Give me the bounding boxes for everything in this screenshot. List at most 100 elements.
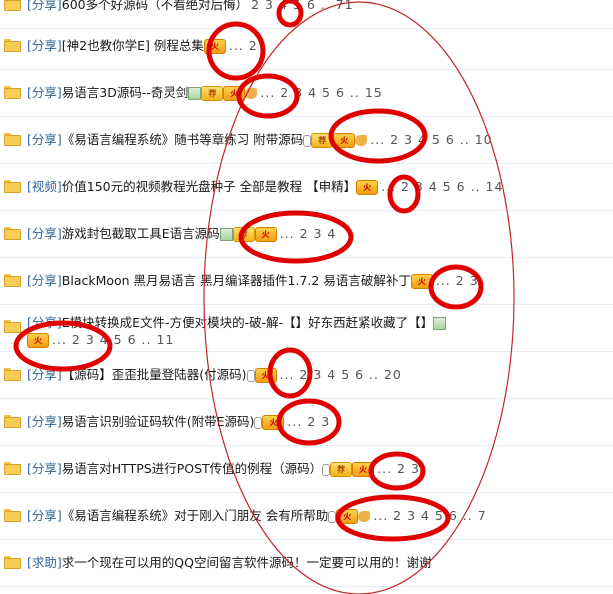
thread-title-link[interactable]: 游戏封包截取工具E语言源码 <box>62 226 220 241</box>
attachment-clip-icon <box>303 134 312 147</box>
thread-line: [视频]价值150元的视频教程光盘种子 全部是教程 【申精】火... 2 3 4… <box>27 179 503 195</box>
thumbs-up-icon <box>355 135 368 146</box>
thread-title-link[interactable]: 600多个好源码（不看绝对后悔） <box>62 0 248 12</box>
thread-category-link[interactable]: [分享] <box>27 0 62 12</box>
thumbs-up-icon <box>245 88 258 99</box>
thread-pagination[interactable]: ... 2 3 4 5 6 .. 11 <box>52 332 174 347</box>
thread-title-link[interactable]: 求一个现在可以用的QQ空间留言软件源码！一定要可以用的！谢谢 <box>62 555 432 570</box>
folder-icon <box>4 556 21 569</box>
hot-fire-icon: 火 <box>356 180 379 195</box>
attachment-clip-icon <box>328 510 337 523</box>
thread-line: [分享][神2也教你学E] 例程总集火... 2 <box>27 38 258 54</box>
image-attachment-icon <box>188 87 202 100</box>
folder-icon <box>4 227 21 240</box>
attachment-clip-icon <box>322 463 331 476</box>
thumbs-up-icon <box>358 511 371 522</box>
thread-pagination[interactable]: ... 2 <box>229 38 258 53</box>
thread-row[interactable]: [分享]易语言3D源码--奇灵剑荐火 ... 2 3 4 5 6 .. 15 <box>0 70 613 117</box>
thread-title-link[interactable]: BlackMoon 黑月易语言 黑月编译器插件1.7.2 易语言破解补丁 <box>62 273 411 288</box>
thread-category-link[interactable]: [分享] <box>27 414 62 429</box>
thread-category-link[interactable]: [分享] <box>27 461 62 476</box>
thread-pagination[interactable]: ... 2 3 4 5 6 .. 10 <box>370 132 492 147</box>
thread-line: [分享]《易语言编程系统》对于刚入门朋友 会有所帮助火 ... 2 3 4 5 6… <box>27 508 487 524</box>
hot-fire-icon: 火 <box>262 415 285 430</box>
thread-category-link[interactable]: [分享] <box>27 273 62 288</box>
recommended-icon: 荐 <box>311 133 334 148</box>
thread-pagination[interactable]: ... 2 3 4 5 6 .. 20 <box>280 367 402 382</box>
folder-icon <box>4 133 21 146</box>
thread-pagination[interactable]: ... 2 3 <box>436 273 479 288</box>
thread-row[interactable]: [分享]BlackMoon 黑月易语言 黑月编译器插件1.7.2 易语言破解补丁… <box>0 258 613 305</box>
thread-row[interactable]: [求助]求一个现在可以用的QQ空间留言软件源码！一定要可以用的！谢谢 <box>0 540 613 587</box>
thread-line: [分享]易语言3D源码--奇灵剑荐火 ... 2 3 4 5 6 .. 15 <box>27 85 383 101</box>
thread-pagination[interactable]: ... 2 3 <box>287 414 330 429</box>
thread-row[interactable]: [分享]游戏封包截取工具E语言源码荐火... 2 3 4 <box>0 211 613 258</box>
thread-row[interactable]: [分享]易语言识别验证码软件(附带E源码) 火... 2 3 <box>0 399 613 446</box>
thread-category-link[interactable]: [分享] <box>27 367 62 382</box>
thread-row[interactable]: [分享]《易语言编程系统》随书等章练习 附带源码荐火 ... 2 3 4 5 6 … <box>0 117 613 164</box>
folder-icon <box>4 39 21 52</box>
folder-icon <box>4 462 21 475</box>
thread-title-link[interactable]: 易语言识别验证码软件(附带E源码) <box>62 414 255 429</box>
hot-fire-icon: 火 <box>336 509 359 524</box>
hot-fire-icon: 火 <box>333 133 356 148</box>
thread-line-2: 火... 2 3 4 5 6 .. 11 <box>27 332 174 348</box>
thread-row[interactable]: [分享]E模块转换成E文件-方便对模块的-破-解-【】好东西赶紧收藏了【】火..… <box>0 305 613 352</box>
attachment-clip-icon <box>246 369 255 382</box>
thread-pagination[interactable]: ... 2 3 4 5 6 .. 15 <box>260 85 382 100</box>
hot-fire-icon: 火 <box>254 368 277 383</box>
thread-title-link[interactable]: E模块转换成E文件-方便对模块的-破-解-【】好东西赶紧收藏了【】 <box>62 315 433 330</box>
thread-title-link[interactable]: 价值150元的视频教程光盘种子 全部是教程 【申精】 <box>62 179 356 194</box>
thread-category-link[interactable]: [分享] <box>27 85 62 100</box>
folder-icon <box>4 368 21 381</box>
hot-fire-icon: 火 <box>27 333 49 348</box>
thread-pagination[interactable]: 2 3 4 5 6 .. 71 <box>251 0 353 12</box>
folder-icon <box>4 509 21 522</box>
folder-icon <box>4 320 21 333</box>
thread-pagination[interactable]: ... 2 3 <box>377 461 420 476</box>
thread-title-link[interactable]: 易语言3D源码--奇灵剑 <box>62 85 189 100</box>
thread-line: [分享]BlackMoon 黑月易语言 黑月编译器插件1.7.2 易语言破解补丁… <box>27 273 479 289</box>
thread-row[interactable]: [视频]价值150元的视频教程光盘种子 全部是教程 【申精】火... 2 3 4… <box>0 164 613 211</box>
hot-fire-icon: 火 <box>352 462 375 477</box>
thread-pagination[interactable]: ... 2 3 4 <box>280 226 337 241</box>
thread-line: [分享]游戏封包截取工具E语言源码荐火... 2 3 4 <box>27 226 336 242</box>
thread-line: [分享]易语言识别验证码软件(附带E源码) 火... 2 3 <box>27 414 330 430</box>
thread-row[interactable]: [分享]《易语言编程系统》对于刚入门朋友 会有所帮助火 ... 2 3 4 5 6… <box>0 493 613 540</box>
thread-line: [分享]《易语言编程系统》随书等章练习 附带源码荐火 ... 2 3 4 5 6 … <box>27 132 493 148</box>
thread-category-link[interactable]: [求助] <box>27 555 62 570</box>
thread-pagination[interactable]: ... 2 3 4 5 6 .. 7 <box>373 508 486 523</box>
thread-category-link[interactable]: [分享] <box>27 38 62 53</box>
thread-category-link[interactable]: [分享] <box>27 132 62 147</box>
thread-row[interactable]: [分享][神2也教你学E] 例程总集火... 2 <box>0 23 613 70</box>
recommended-icon: 荐 <box>232 227 255 242</box>
thread-line: [分享]600多个好源码（不看绝对后悔） 2 3 4 5 6 .. 71 <box>27 0 354 13</box>
image-attachment-icon <box>219 228 233 241</box>
thread-title-link[interactable]: 《易语言编程系统》对于刚入门朋友 会有所帮助 <box>62 508 328 523</box>
recommended-icon: 荐 <box>201 86 224 101</box>
thread-row[interactable]: [分享]【源码】歪歪批量登陆器(付源码) 火... 2 3 4 5 6 .. 20 <box>0 352 613 399</box>
thread-line: [求助]求一个现在可以用的QQ空间留言软件源码！一定要可以用的！谢谢 <box>27 555 431 571</box>
folder-icon <box>4 86 21 99</box>
thread-title-link[interactable]: 易语言对HTTPS进行POST传值的例程（源码） <box>62 461 322 476</box>
thread-line: [分享]E模块转换成E文件-方便对模块的-破-解-【】好东西赶紧收藏了【】 <box>27 315 447 331</box>
thread-category-link[interactable]: [分享] <box>27 226 62 241</box>
folder-icon <box>4 180 21 193</box>
folder-icon <box>4 415 21 428</box>
thread-title-link[interactable]: 《易语言编程系统》随书等章练习 附带源码 <box>62 132 303 147</box>
image-attachment-icon <box>433 317 447 330</box>
hot-fire-icon: 火 <box>410 274 433 289</box>
hot-fire-icon: 火 <box>203 39 226 54</box>
thread-category-link[interactable]: [分享] <box>27 508 62 523</box>
thread-line: [分享]【源码】歪歪批量登陆器(付源码) 火... 2 3 4 5 6 .. 20 <box>27 367 402 383</box>
thread-category-link[interactable]: [分享] <box>27 315 62 330</box>
folder-icon <box>4 274 21 287</box>
thread-line: [分享]易语言对HTTPS进行POST传值的例程（源码） 荐火... 2 3 <box>27 461 420 477</box>
thread-category-link[interactable]: [视频] <box>27 179 62 194</box>
attachment-clip-icon <box>254 416 263 429</box>
thread-title-link[interactable]: 【源码】歪歪批量登陆器(付源码) <box>62 367 247 382</box>
thread-title-link[interactable]: [神2也教你学E] 例程总集 <box>62 38 204 53</box>
folder-icon <box>4 0 21 11</box>
thread-pagination[interactable]: ... 2 3 4 5 6 .. 14 <box>381 179 503 194</box>
thread-row[interactable]: [分享]易语言对HTTPS进行POST传值的例程（源码） 荐火... 2 3 <box>0 446 613 493</box>
